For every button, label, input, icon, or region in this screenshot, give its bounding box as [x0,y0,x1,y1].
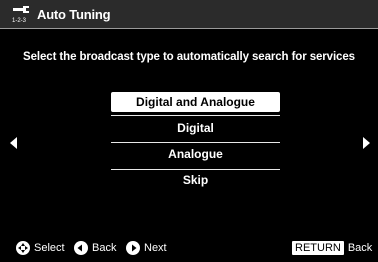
next-label: Next [144,242,167,254]
back-hint: Back [74,238,116,258]
header-divider [0,28,378,29]
return-hint: RETURN Back [292,238,372,258]
option-divider [111,115,280,116]
arrow-right-icon[interactable] [363,137,370,149]
option-skip[interactable]: Skip [111,170,280,190]
next-hint: Next [126,238,167,258]
return-label: Back [347,242,373,254]
left-button-icon [74,241,88,255]
option-divider [111,142,280,143]
option-analogue[interactable]: Analogue [111,144,280,164]
select-hint: Select [16,238,65,258]
arrow-left-icon[interactable] [10,137,17,149]
option-digital[interactable]: Digital [111,118,280,138]
right-button-icon [126,241,140,255]
footer-hints: Select Back Next RETURN Back [0,238,378,258]
instruction-text: Select the broadcast type to automatical… [23,51,355,63]
select-label: Select [34,242,65,254]
wrench-icon: 1-2-3 [12,6,29,24]
back-label: Back [92,242,117,254]
dpad-icon [16,241,30,255]
header-bar: 1-2-3 Auto Tuning [0,0,378,28]
svg-text:1-2-3: 1-2-3 [12,18,27,24]
option-digital-and-analogue[interactable]: Digital and Analogue [111,92,280,112]
return-key-icon: RETURN [292,241,344,255]
page-title: Auto Tuning [37,7,111,22]
